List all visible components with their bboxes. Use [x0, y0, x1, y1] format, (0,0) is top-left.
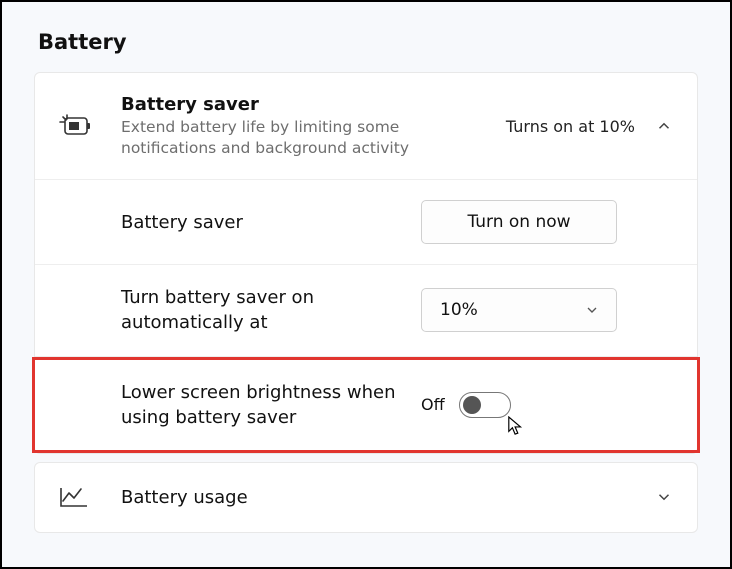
- toggle-knob: [463, 396, 481, 414]
- battery-saver-title: Battery saver: [121, 93, 506, 117]
- chevron-up-icon: [655, 117, 673, 135]
- battery-usage-label: Battery usage: [121, 485, 655, 510]
- battery-saver-toggle-row: Battery saver Turn on now: [35, 180, 697, 265]
- battery-panel: Battery Battery saver Extend battery lif…: [2, 2, 730, 533]
- battery-saver-group: Battery saver Extend battery life by lim…: [34, 72, 698, 454]
- cursor-icon: [507, 416, 525, 436]
- battery-saver-icon: [59, 114, 121, 138]
- battery-saver-header[interactable]: Battery saver Extend battery life by lim…: [35, 73, 697, 180]
- chevron-down-icon: [655, 488, 673, 506]
- chevron-down-icon: [584, 302, 600, 318]
- battery-usage-icon: [59, 485, 121, 509]
- battery-saver-toggle-label: Battery saver: [121, 210, 421, 235]
- section-title: Battery: [38, 30, 698, 54]
- auto-on-value: 10%: [440, 300, 478, 320]
- lower-brightness-state: Off: [421, 395, 445, 414]
- lower-brightness-toggle[interactable]: [459, 392, 511, 418]
- turn-on-now-button[interactable]: Turn on now: [421, 200, 617, 244]
- battery-saver-description: Extend battery life by limiting some not…: [121, 117, 431, 159]
- battery-saver-text: Battery saver Extend battery life by lim…: [121, 93, 506, 159]
- auto-on-label: Turn battery saver on automatically at: [121, 285, 421, 335]
- auto-on-row: Turn battery saver on automatically at 1…: [35, 265, 697, 356]
- lower-brightness-row: Lower screen brightness when using batte…: [32, 357, 700, 453]
- battery-saver-status: Turns on at 10%: [506, 117, 635, 136]
- lower-brightness-label: Lower screen brightness when using batte…: [121, 380, 421, 430]
- battery-usage-row[interactable]: Battery usage: [34, 462, 698, 533]
- auto-on-select[interactable]: 10%: [421, 288, 617, 332]
